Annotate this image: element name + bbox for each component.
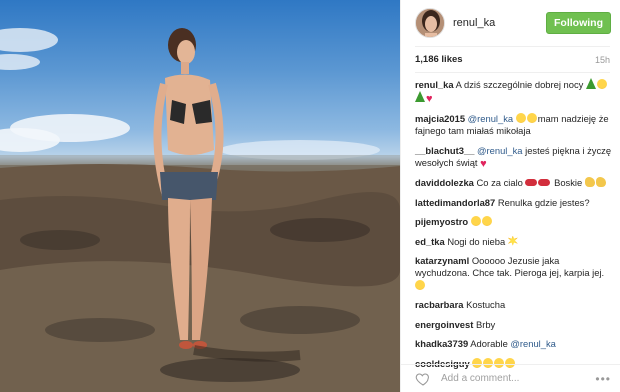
header-username[interactable]: renul_ka xyxy=(453,17,546,29)
comment-text: Nogi do nieba xyxy=(447,235,508,247)
comment: majcia2015 @renul_ka mam nadzieję że faj… xyxy=(415,112,614,138)
add-comment-input[interactable] xyxy=(441,373,596,384)
tree-emoji-icon xyxy=(415,91,425,103)
following-button[interactable]: Following xyxy=(546,12,611,34)
comment-author[interactable]: majcia2015 xyxy=(415,113,465,124)
likes-row: 1,186 likes 15h xyxy=(415,54,610,65)
comment: racbarbara Kostucha xyxy=(415,299,614,311)
likes-divider xyxy=(415,72,610,73)
avatar-image xyxy=(416,9,444,37)
smile-emoji-icon xyxy=(481,216,492,227)
post-sidebar: renul_ka Following 1,186 likes 15h renul… xyxy=(400,0,620,392)
comment-author[interactable]: pijemyostro xyxy=(415,216,468,227)
comment: energoinvest Brby xyxy=(415,319,614,331)
comment-text: Adorable xyxy=(470,338,511,350)
comment-author[interactable]: khadka3739 xyxy=(415,338,468,349)
comment: pijemyostro xyxy=(415,216,614,228)
post-header: renul_ka Following xyxy=(401,0,620,46)
comment: khadka3739 Adorable @renul_ka xyxy=(415,338,614,350)
comment-text: Boskie xyxy=(551,177,585,189)
avatar[interactable] xyxy=(415,8,445,38)
comment-author[interactable]: __blachut3__ xyxy=(415,145,474,156)
comment-author[interactable]: energoinvest xyxy=(415,319,473,330)
comments-list: renul_ka A dziś szczególnie dobrej nocy … xyxy=(415,78,614,377)
comment: lattedimandorla87 Renulka gdzie jestes? xyxy=(415,197,614,209)
muscle-emoji-icon xyxy=(584,177,595,188)
comment-author[interactable]: katarzynaml xyxy=(415,255,469,266)
smile-emoji-icon xyxy=(596,79,607,89)
comment-author[interactable]: daviddolezka xyxy=(415,177,474,188)
comment-text: Kostucha xyxy=(466,299,506,311)
smile-emoji-icon xyxy=(415,279,425,290)
comment: renul_ka A dziś szczególnie dobrej nocy … xyxy=(415,78,614,106)
lips-emoji-icon xyxy=(525,179,538,187)
comment: katarzynaml Oooooo Jezusie jaka wychudzo… xyxy=(415,255,614,292)
smile-emoji-icon xyxy=(515,112,526,123)
beach-photo-illustration xyxy=(0,28,400,392)
comment-text: Renulka gdzie jestes? xyxy=(497,196,590,208)
comment-author[interactable]: racbarbara xyxy=(415,299,463,310)
comment-text: Co za cialo xyxy=(476,177,526,189)
comment-text: A dziś szczególnie dobrej nocy xyxy=(455,79,586,90)
heart-eyes-emoji-icon xyxy=(470,216,481,227)
comment-mention[interactable]: @renul_ka xyxy=(477,145,522,156)
boom-emoji-icon xyxy=(507,235,518,246)
comment-mention[interactable]: @renul_ka xyxy=(510,338,555,349)
comment-author[interactable]: lattedimandorla87 xyxy=(415,197,495,208)
comment: daviddolezka Co za cialo Boskie xyxy=(415,177,614,189)
like-heart-icon[interactable] xyxy=(415,371,431,387)
comment-mention[interactable]: @renul_ka xyxy=(468,113,513,124)
post-timestamp[interactable]: 15h xyxy=(595,55,610,65)
comment-text: Brby xyxy=(475,318,496,330)
heart-emoji-icon: ♥ xyxy=(480,158,487,171)
more-options-icon[interactable]: ••• xyxy=(595,372,611,386)
heart-emoji-icon: ♥ xyxy=(426,93,433,106)
muscle-emoji-icon xyxy=(595,177,606,188)
tree-emoji-icon xyxy=(585,78,596,89)
comment: __blachut3__ @renul_ka jesteś piękna i ż… xyxy=(415,145,614,171)
lips-emoji-icon xyxy=(538,179,551,187)
comment-author[interactable]: ed_tka xyxy=(415,236,445,247)
comment-author[interactable]: renul_ka xyxy=(415,79,454,90)
post-footer: ••• xyxy=(401,364,620,392)
smile-emoji-icon xyxy=(526,112,537,123)
post-photo[interactable] xyxy=(0,0,400,392)
header-divider xyxy=(415,46,610,47)
comment: ed_tka Nogi do nieba xyxy=(415,235,614,248)
likes-count[interactable]: 1,186 likes xyxy=(415,54,463,65)
